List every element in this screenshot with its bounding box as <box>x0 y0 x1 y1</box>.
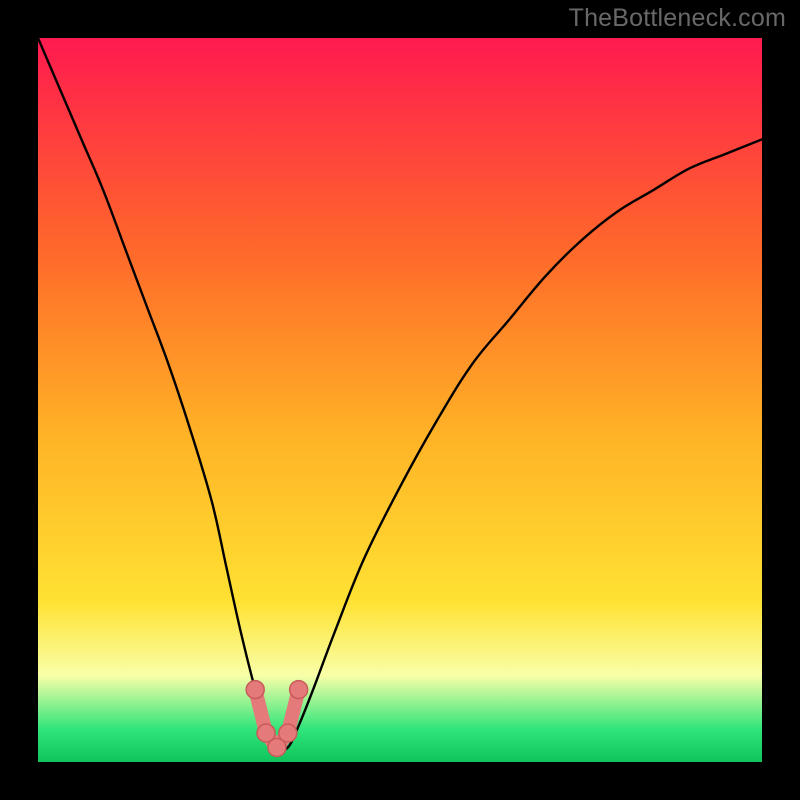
marker-dot <box>290 681 308 699</box>
marker-dot <box>279 724 297 742</box>
watermark-text: TheBottleneck.com <box>569 4 786 33</box>
plot-area <box>38 38 762 762</box>
chart-frame: TheBottleneck.com <box>0 0 800 800</box>
marker-dot <box>246 681 264 699</box>
gradient-background <box>38 38 762 762</box>
chart-svg <box>38 38 762 762</box>
